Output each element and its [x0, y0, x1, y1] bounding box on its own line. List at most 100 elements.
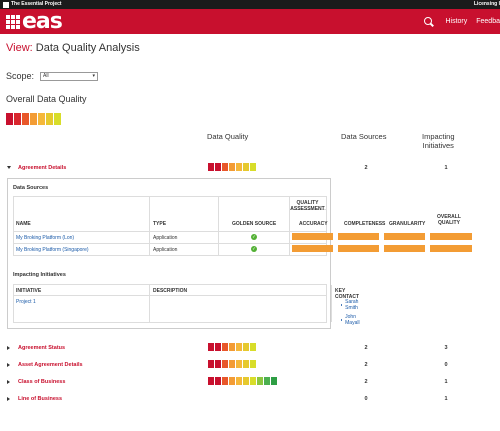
quality-swatch [250, 377, 256, 385]
data-sources-title: Data Sources [13, 185, 49, 191]
table-row[interactable]: Agreement Status 2 3 [6, 343, 496, 355]
quality-swatch [250, 343, 256, 351]
history-link[interactable]: History [445, 18, 467, 25]
quality-swatch [236, 360, 242, 368]
initiative-link[interactable]: Project 1 [16, 299, 36, 305]
th-golden-source: GOLDEN SOURCE [232, 221, 277, 227]
contact-link[interactable]: John Mayall [341, 314, 360, 326]
source-name-link[interactable]: My Broking Platform (Singapore) [16, 247, 89, 253]
check-icon: ✓ [251, 234, 257, 240]
col-data-quality: Data Quality [207, 132, 249, 141]
caret-right-icon[interactable] [7, 397, 10, 401]
quality-swatch [243, 360, 249, 368]
navbar: eas History Feedba [0, 9, 500, 34]
table-row[interactable]: Class of Business 2 1 [6, 377, 496, 389]
quality-swatch [243, 343, 249, 351]
row-name[interactable]: Class of Business [18, 379, 65, 385]
scope-select[interactable]: All ▾ [40, 71, 99, 81]
row-initiatives: 3 [444, 345, 448, 351]
overall-quality-bars [6, 113, 61, 125]
th-overall-line2: QUALITY [437, 220, 460, 226]
impacting-initiatives-title: Impacting Initiatives [13, 272, 66, 278]
row-initiatives: 1 [444, 165, 448, 171]
quality-swatch [236, 163, 242, 171]
row-data-sources: 2 [364, 379, 368, 385]
row-initiatives: 1 [444, 396, 448, 402]
quality-swatch [208, 360, 214, 368]
overall-quality-title: Overall Data Quality [6, 94, 87, 104]
row-quality-bars [208, 360, 256, 368]
quality-swatch [264, 377, 270, 385]
quality-swatch [229, 377, 235, 385]
logo-grid-icon [6, 14, 20, 29]
caret-right-icon[interactable] [7, 346, 10, 350]
quality-swatch [208, 343, 214, 351]
logo-text: eas [22, 9, 63, 34]
table-row[interactable]: Line of Business 0 1 [6, 394, 496, 406]
quality-swatch [6, 113, 13, 125]
row-name[interactable]: Line of Business [18, 396, 62, 402]
quality-swatch [229, 163, 235, 171]
quality-swatch [14, 113, 21, 125]
col-data-sources: Data Sources [341, 132, 387, 141]
quality-swatch [257, 377, 263, 385]
chevron-down-icon: ▾ [92, 72, 96, 79]
th-overall-quality: OVERALL QUALITY [437, 214, 461, 226]
quality-assessment-header: QUALITY ASSESSMENT [290, 200, 325, 212]
th-description: DESCRIPTION [153, 288, 188, 294]
overall-quality-bar [430, 233, 472, 240]
col-impacting-line1: Impacting [422, 132, 455, 141]
eas-logo[interactable]: eas [6, 9, 63, 34]
row-quality-bars [208, 377, 277, 385]
page-title-text: Data Quality Analysis [35, 42, 140, 54]
scope-filter: Scope: All ▾ [6, 71, 99, 81]
page-title-prefix: View: [6, 42, 33, 54]
quality-swatch [215, 377, 221, 385]
th-initiative: INITIATIVE [16, 288, 42, 294]
accuracy-bar [292, 245, 333, 252]
th-granularity: GRANULARITY [389, 221, 426, 227]
quality-swatch [215, 343, 221, 351]
quality-swatch [46, 113, 53, 125]
quality-swatch [222, 343, 228, 351]
th-name: NAME [16, 221, 31, 227]
licensing-link[interactable]: Licensing I [474, 0, 500, 9]
top-bar: The Essential Project Licensing I [0, 0, 500, 9]
agreement-details-panel: Data Sources QUALITY ASSESSMENT NAME TYP… [7, 178, 472, 329]
row-data-sources: 2 [364, 345, 368, 351]
col-impacting-initiatives: Impacting Initiatives [422, 132, 455, 150]
contact-link[interactable]: Sarah Smith [341, 299, 360, 311]
brand[interactable]: The Essential Project [3, 0, 62, 9]
row-name[interactable]: Agreement Status [18, 345, 65, 351]
col-impacting-line2: Initiatives [422, 141, 454, 150]
granularity-bar [384, 245, 425, 252]
quality-swatch [215, 163, 221, 171]
quality-swatch [229, 343, 235, 351]
table-row[interactable]: Agreement Details 2 1 [6, 163, 496, 175]
search-icon[interactable] [424, 16, 434, 27]
brand-logo-icon [3, 1, 9, 8]
quality-swatch [229, 360, 235, 368]
quality-swatch [38, 113, 45, 125]
row-name[interactable]: Asset Agreement Details [18, 362, 83, 368]
th-type: TYPE [153, 221, 167, 227]
quality-swatch [250, 360, 256, 368]
quality-swatch [54, 113, 61, 125]
source-type: Application [153, 235, 178, 241]
source-type: Application [153, 247, 178, 253]
scope-label: Scope: [6, 71, 35, 81]
quality-swatch [22, 113, 29, 125]
page-title: View: Data Quality Analysis [6, 42, 140, 54]
row-name[interactable]: Agreement Details [18, 165, 66, 171]
source-name-link[interactable]: My Broking Platform (Lon) [16, 235, 74, 241]
quality-swatch [208, 163, 214, 171]
row-data-sources: 0 [364, 396, 368, 402]
quality-swatch [236, 343, 242, 351]
row-data-sources: 2 [364, 165, 368, 171]
data-sources-table: QUALITY ASSESSMENT NAME TYPE GOLDEN SOUR… [13, 196, 472, 256]
table-row[interactable]: Asset Agreement Details 2 0 [6, 360, 496, 372]
feedback-link[interactable]: Feedba [476, 18, 500, 25]
caret-right-icon[interactable] [7, 380, 10, 384]
caret-right-icon[interactable] [7, 363, 10, 367]
caret-down-icon[interactable] [7, 166, 11, 169]
